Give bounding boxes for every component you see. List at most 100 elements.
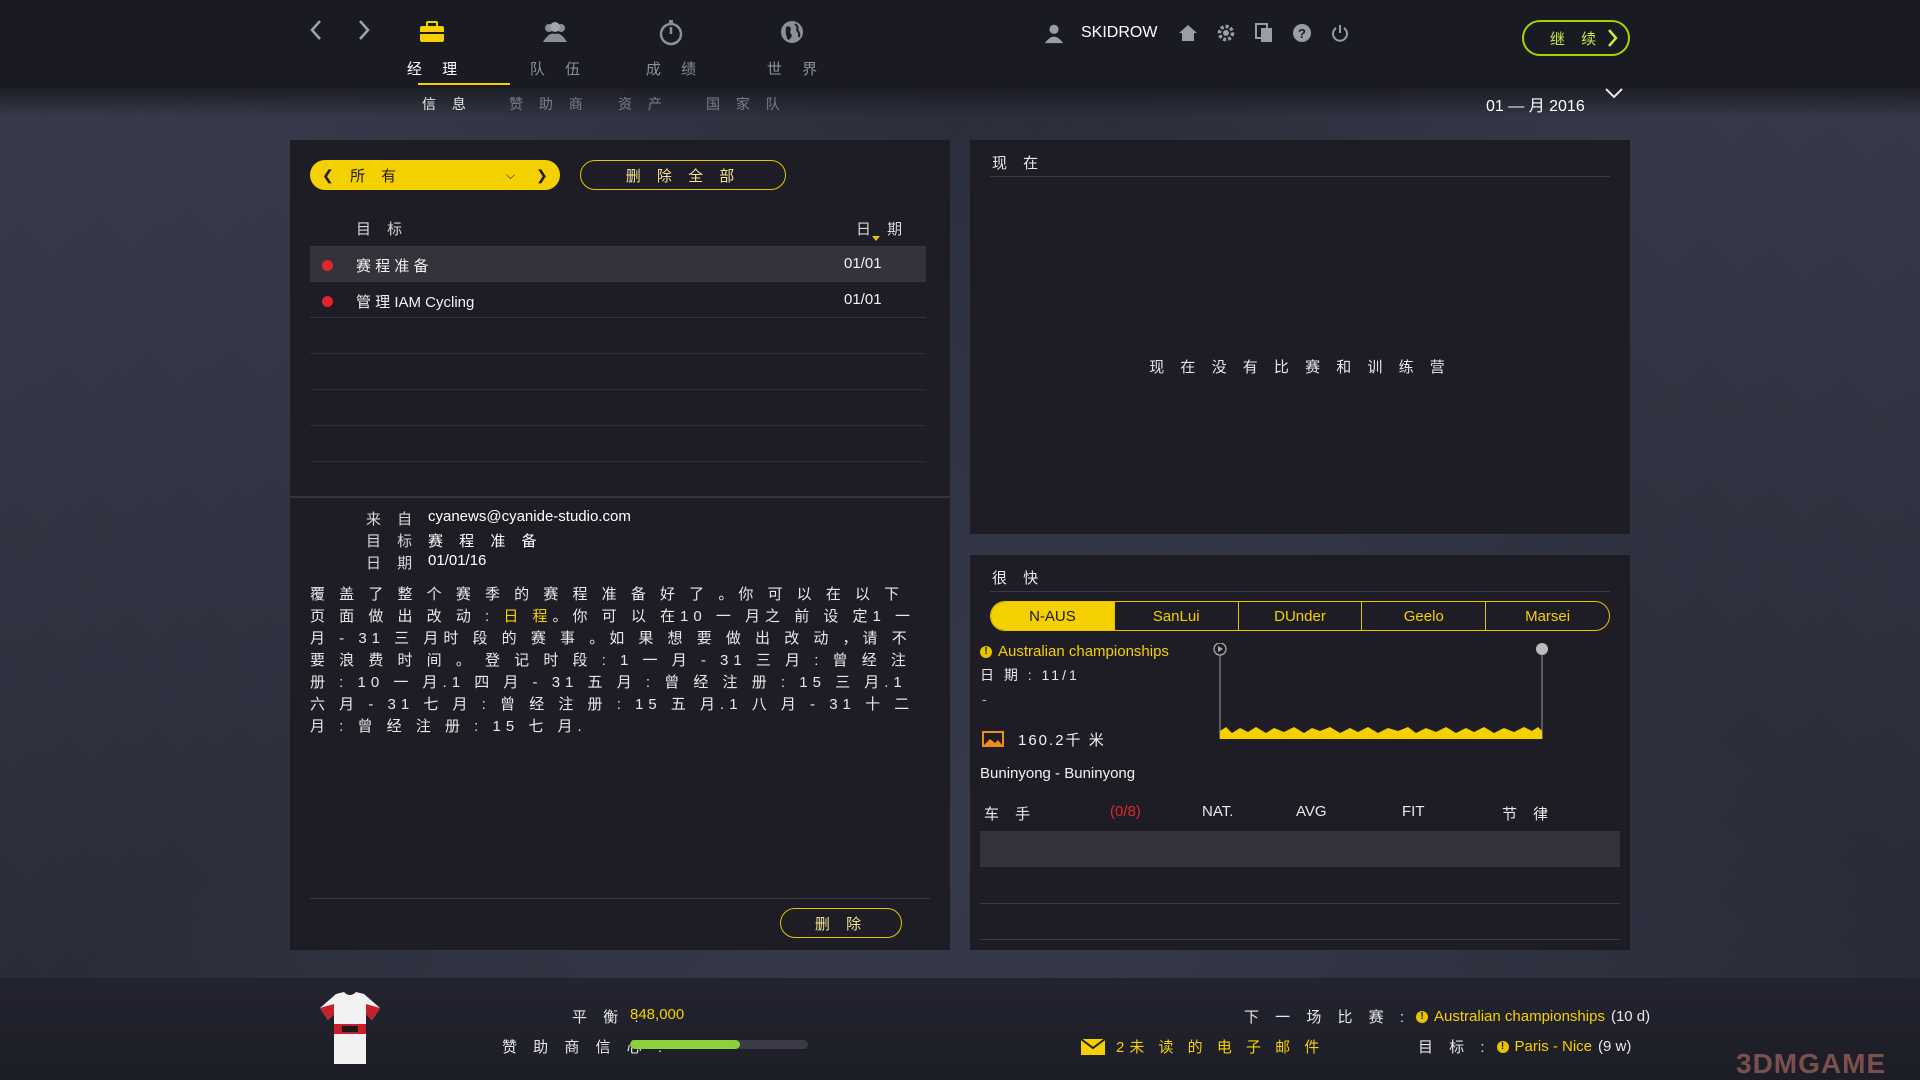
top-bar <box>0 0 1920 88</box>
subtab-sponsors[interactable]: 赞 助 商 <box>509 94 589 114</box>
col-rhythm[interactable]: 节 律 <box>1502 803 1554 824</box>
race-tab[interactable]: Geelo <box>1362 602 1487 630</box>
soon-panel: 很 快 N-AUS SanLui DUnder Geelo Marsei ! A… <box>970 555 1630 950</box>
active-tab-indicator <box>418 83 510 85</box>
tab-manager[interactable]: 经 理 <box>387 14 477 79</box>
message-date: 01/01 <box>844 291 882 308</box>
user-area: SKIDROW ? <box>1043 22 1351 44</box>
col-avg[interactable]: AVG <box>1296 803 1327 820</box>
schedule-link[interactable]: 日 程 <box>503 608 552 625</box>
message-row[interactable]: 管 理 IAM Cycling 01/01 <box>310 282 926 318</box>
power-icon[interactable] <box>1329 22 1351 44</box>
forward-button[interactable] <box>356 18 372 49</box>
race-dash: - <box>982 691 987 707</box>
delete-button[interactable]: 删 除 <box>780 908 902 938</box>
continue-button[interactable]: 继 续 <box>1522 20 1630 56</box>
tab-world[interactable]: 世 界 <box>747 14 837 79</box>
chevron-right-icon[interactable]: ❯ <box>536 167 548 184</box>
next-race-label: 下 一 场 比 赛 : <box>1244 1009 1411 1026</box>
tab-team[interactable]: 队 伍 <box>510 14 600 79</box>
race-distance: 160.2千 米 <box>1018 732 1106 749</box>
empty-row <box>310 390 926 426</box>
footer <box>0 978 1920 1080</box>
documents-icon[interactable] <box>1253 22 1275 44</box>
team-icon <box>543 22 567 42</box>
race-name-text: Australian championships <box>998 643 1169 660</box>
chevron-down-icon[interactable] <box>1604 86 1624 105</box>
col-rider[interactable]: 车 手 <box>984 803 1036 824</box>
no-races-note: 现 在 没 有 比 赛 和 训 练 营 <box>1149 359 1451 376</box>
next-race[interactable]: 下 一 场 比 赛 : ! Australian championships (… <box>1244 1006 1650 1027</box>
confidence-fill <box>630 1040 741 1049</box>
username: SKIDROW <box>1081 24 1158 41</box>
info-icon: ! <box>1416 1010 1429 1023</box>
subtab-assets[interactable]: 资 产 <box>618 94 668 114</box>
col-fit[interactable]: FIT <box>1402 803 1425 820</box>
messages-panel: ❮ 所 有 ⌵ ❯ 删 除 全 部 目 标 日 期 赛 程 准 备 01/01 … <box>290 140 950 950</box>
tab-team-label: 队 伍 <box>529 61 589 78</box>
divider <box>310 898 930 899</box>
sort-caret-icon <box>872 236 880 241</box>
message-row[interactable]: 赛 程 准 备 01/01 <box>310 246 926 282</box>
chevron-right-icon <box>359 20 370 40</box>
message-date: 01/01 <box>844 255 882 272</box>
goal[interactable]: 目 标 : ! Paris - Nice (9 w) <box>1418 1036 1631 1057</box>
info-icon: ! <box>980 645 992 658</box>
subtab-info[interactable]: 信 息 <box>422 94 472 114</box>
gear-icon[interactable] <box>1215 22 1237 44</box>
subject-value: 赛 程 准 备 <box>428 533 543 550</box>
chevron-down-icon[interactable]: ⌵ <box>506 168 515 183</box>
image-icon <box>982 731 1004 752</box>
next-race-name: Australian championships <box>1434 1008 1605 1025</box>
briefcase-icon <box>420 21 444 42</box>
empty-row <box>310 354 926 390</box>
tab-manager-label: 经 理 <box>406 61 466 78</box>
home-icon[interactable] <box>1177 22 1199 44</box>
race-name[interactable]: ! Australian championships <box>980 643 1169 660</box>
info-icon: ! <box>1496 1040 1509 1053</box>
column-subject[interactable]: 目 标 <box>356 218 408 239</box>
race-date: 日 期 : 11/1 <box>980 667 1080 683</box>
tab-results[interactable]: 成 绩 <box>626 14 716 79</box>
sub-bar <box>0 88 1920 118</box>
goal-weeks: (9 w) <box>1598 1038 1632 1055</box>
rider-row <box>980 831 1620 867</box>
race-tab[interactable]: Marsei <box>1486 602 1609 630</box>
race-tabs: N-AUS SanLui DUnder Geelo Marsei <box>990 601 1610 631</box>
empty-row <box>310 426 926 462</box>
subtab-national-team[interactable]: 国 家 队 <box>706 94 786 114</box>
unread-mail[interactable]: 2未 读 的 电 子 邮 件 <box>1080 1036 1324 1057</box>
empty-row <box>310 318 926 354</box>
delete-all-button[interactable]: 删 除 全 部 <box>580 160 786 190</box>
tab-results-label: 成 绩 <box>645 61 705 78</box>
chevron-left-icon[interactable]: ❮ <box>322 167 334 184</box>
race-tab[interactable]: SanLui <box>1115 602 1239 630</box>
background <box>0 0 1920 1080</box>
race-tab[interactable]: DUnder <box>1239 602 1363 630</box>
from-label: 来 自 <box>366 511 419 528</box>
race-tab[interactable]: N-AUS <box>991 602 1115 630</box>
divider <box>290 496 950 498</box>
goal-name: Paris - Nice <box>1514 1038 1593 1055</box>
divider <box>990 176 1610 177</box>
help-icon[interactable]: ? <box>1291 22 1313 44</box>
current-date[interactable]: 01 — 月 2016 <box>1486 92 1585 116</box>
col-nat[interactable]: NAT. <box>1202 803 1233 820</box>
unread-mail-text: 2未 读 的 电 子 邮 件 <box>1116 1039 1325 1056</box>
user-icon <box>1043 22 1065 44</box>
race-route: Buninyong - Buninyong <box>980 765 1136 782</box>
chevron-left-icon <box>310 20 321 40</box>
watermark: 3DMGAME <box>1736 1048 1887 1079</box>
divider <box>980 903 1620 904</box>
subject-label: 目 标 <box>366 533 419 550</box>
chevron-right-icon <box>1606 26 1618 56</box>
column-date[interactable]: 日 期 <box>856 218 908 239</box>
message-filter[interactable]: ❮ 所 有 ⌵ ❯ <box>310 160 560 190</box>
rider-count: (0/8) <box>1110 803 1141 820</box>
back-button[interactable] <box>308 18 324 49</box>
tab-world-label: 世 界 <box>766 61 826 78</box>
svg-text:?: ? <box>1298 26 1306 41</box>
confidence-bar <box>630 1040 808 1049</box>
divider <box>990 591 1610 592</box>
finish-flag-icon <box>1536 643 1548 655</box>
